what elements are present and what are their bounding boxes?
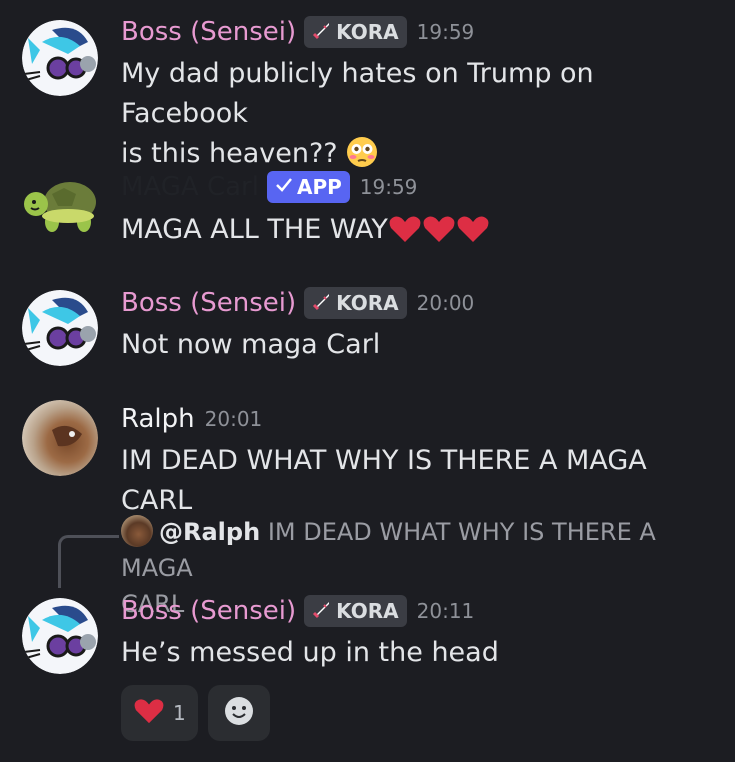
timestamp: 20:11	[416, 599, 475, 623]
username[interactable]: MAGA Carl	[121, 172, 259, 202]
boss-avatar[interactable]	[22, 290, 98, 366]
red-heart-emoji	[422, 214, 456, 256]
reaction-count: 1	[173, 701, 186, 725]
message-content: MAGA ALL THE WAY	[121, 210, 721, 256]
reaction-red-heart[interactable]: 1	[121, 685, 198, 741]
message-line: IM DEAD WHAT WHY IS THERE A MAGA CARL	[121, 445, 647, 516]
tag-label: KORA	[336, 20, 399, 44]
app-tag[interactable]: APP	[266, 171, 350, 203]
ralph-mini-avatar	[121, 515, 153, 547]
kora-tag[interactable]: KORA	[304, 595, 407, 627]
timestamp: 19:59	[416, 20, 475, 44]
message-content: He’s messed up in the head	[121, 633, 721, 673]
check-icon	[275, 175, 293, 199]
username[interactable]: Boss (Sensei)	[121, 288, 296, 318]
sword-icon	[312, 291, 332, 316]
sword-icon	[312, 599, 332, 624]
username[interactable]: Boss (Sensei)	[121, 596, 296, 626]
kora-tag[interactable]: KORA	[304, 16, 407, 48]
message-content: My dad publicly hates on Trump on Facebo…	[121, 54, 721, 180]
boss-avatar[interactable]	[22, 20, 98, 96]
username[interactable]: Boss (Sensei)	[121, 17, 296, 47]
message-content: Not now maga Carl	[121, 325, 721, 365]
username[interactable]: Ralph	[121, 404, 195, 434]
timestamp: 20:00	[416, 291, 475, 315]
timestamp: 20:01	[204, 407, 263, 431]
timestamp: 19:59	[359, 175, 418, 199]
reply-connector	[58, 535, 119, 588]
reply-mention[interactable]: @Ralph	[159, 518, 260, 546]
tag-label: KORA	[336, 291, 399, 315]
tag-label: KORA	[336, 599, 399, 623]
message-content: IM DEAD WHAT WHY IS THERE A MAGA CARL	[121, 441, 721, 521]
message-line: He’s messed up in the head	[121, 637, 499, 668]
chat-message-list: Boss (Sensei) KORA 19:59 My dad publicly…	[0, 0, 735, 762]
red-heart-emoji	[133, 697, 165, 730]
message-line: MAGA ALL THE WAY	[121, 214, 388, 245]
red-heart-emoji	[456, 214, 490, 256]
sword-icon	[312, 20, 332, 45]
add-reaction-icon	[223, 695, 255, 732]
reactions-bar: 1	[121, 685, 270, 741]
boss-avatar[interactable]	[22, 598, 98, 674]
kora-tag[interactable]: KORA	[304, 287, 407, 319]
message-line: Not now maga Carl	[121, 329, 381, 360]
tag-label: APP	[296, 175, 342, 199]
carl-avatar[interactable]	[22, 170, 98, 246]
message-line: My dad publicly hates on Trump on Facebo…	[121, 58, 594, 129]
add-reaction-button[interactable]	[207, 685, 270, 741]
red-heart-emoji	[388, 214, 422, 256]
ralph-avatar[interactable]	[22, 400, 98, 476]
